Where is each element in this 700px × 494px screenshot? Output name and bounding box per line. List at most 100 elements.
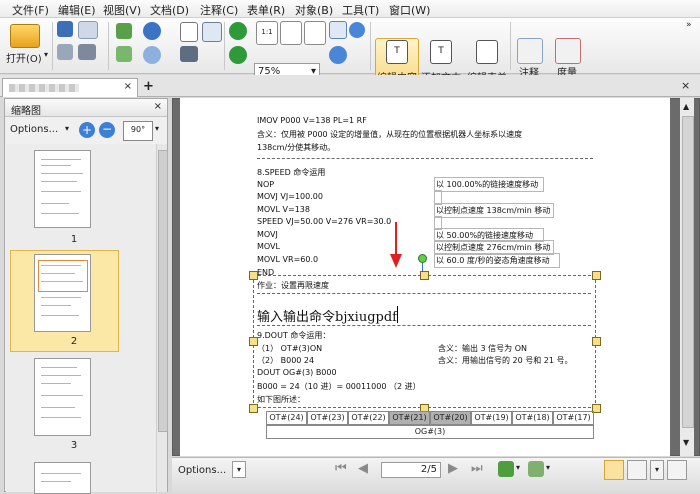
thumb-zoom-in-icon[interactable]: + — [79, 122, 95, 138]
thumbnail-page-4[interactable] — [34, 462, 91, 494]
next-page-icon[interactable]: ▶ — [448, 461, 458, 476]
dout-line: DOUT OG#(3) B000 — [257, 368, 337, 377]
thumbnail-options-button[interactable]: Options... — [10, 124, 58, 135]
fit-width-icon[interactable] — [304, 21, 326, 45]
resize-handle[interactable] — [420, 271, 429, 280]
new-tab-icon[interactable]: + — [143, 79, 154, 94]
open-dropdown-icon[interactable]: ▾ — [44, 50, 48, 59]
chevron-down-icon[interactable]: ▾ — [650, 460, 664, 480]
resize-handle[interactable] — [592, 337, 601, 346]
table-cell: OT#(19) — [471, 411, 512, 425]
edit-form-icon[interactable] — [476, 40, 498, 64]
menu-object[interactable]: 对象(B) — [295, 2, 333, 18]
resize-handle[interactable] — [249, 271, 258, 280]
snapshot-icon[interactable] — [180, 46, 198, 62]
close-tab-icon[interactable]: × — [124, 81, 132, 92]
scroll-up-icon[interactable]: ▲ — [683, 102, 689, 111]
actual-size-icon[interactable]: 1:1 — [256, 21, 278, 45]
chevron-down-icon[interactable]: ▾ — [65, 124, 69, 133]
document-tab[interactable]: × — [2, 78, 138, 97]
go-back-view-icon[interactable] — [498, 461, 514, 477]
open-button-label[interactable]: 打开(O) — [6, 50, 42, 65]
single-page-view-icon[interactable] — [604, 460, 624, 480]
note-text: 以控制点速度 138cm/min 移动 — [436, 206, 551, 215]
add-text-icon[interactable]: T — [430, 40, 452, 64]
redo-icon[interactable] — [143, 46, 161, 64]
chevron-down-icon[interactable]: ▾ — [516, 463, 520, 472]
thumbnail-toolbar: Options... ▾ + − 90° ▾ — [5, 118, 167, 144]
scrollbar-thumb[interactable] — [682, 116, 694, 428]
menu-annotate[interactable]: 注释(C) — [200, 2, 238, 18]
comment-icon[interactable] — [517, 38, 543, 64]
page-forward-icon[interactable] — [116, 46, 132, 62]
zoom-out-icon[interactable] — [349, 22, 365, 38]
edited-text[interactable]: 输入输出命令bjxiugpdf — [257, 306, 397, 325]
go-forward-view-icon[interactable] — [528, 461, 544, 477]
continuous-view-icon[interactable] — [627, 460, 647, 480]
doc-line: 138cm/分使其移动。 — [257, 143, 336, 152]
last-page-icon[interactable]: ⏭ — [471, 461, 483, 476]
separator-line — [257, 325, 591, 326]
email-icon[interactable] — [78, 21, 98, 39]
code-line: SPEED VJ=50.00 V=276 VR=30.0 — [257, 217, 392, 226]
menu-window[interactable]: 窗口(W) — [389, 2, 430, 18]
menu-tools[interactable]: 工具(T) — [342, 2, 379, 18]
thumbnail-page-3[interactable] — [34, 358, 91, 436]
open-folder-icon[interactable] — [10, 24, 40, 48]
rotate-cw-icon[interactable] — [229, 22, 247, 40]
measure-icon[interactable] — [555, 38, 581, 64]
red-arrow-annotation — [390, 222, 402, 268]
previous-page-icon[interactable]: ◀ — [358, 461, 368, 476]
undo-icon[interactable] — [143, 22, 161, 40]
close-panel-icon[interactable]: × — [154, 101, 162, 112]
rotate-ccw-icon[interactable] — [229, 46, 247, 64]
edit-content-icon: T — [386, 40, 408, 64]
menu-edit[interactable]: 编辑(E) — [58, 2, 96, 18]
note-text: 以 100.00%的链接速度移动 — [436, 180, 539, 189]
scrollbar-thumb[interactable] — [158, 150, 168, 432]
thumbnail-number: 3 — [70, 440, 78, 451]
resize-handle[interactable] — [592, 271, 601, 280]
page-back-icon[interactable] — [116, 23, 132, 39]
menu-view[interactable]: 视图(V) — [103, 2, 141, 18]
rotate-page-button[interactable]: 90° — [123, 121, 153, 141]
print-icon[interactable] — [78, 44, 96, 60]
code-line: NOP — [257, 180, 275, 189]
table-cell: OT#(18) — [512, 411, 553, 425]
page-number-field[interactable]: 2/5 — [381, 462, 441, 478]
thumbnail-number: 1 — [70, 234, 78, 245]
thumb-zoom-out-icon[interactable]: − — [99, 122, 115, 138]
scroll-down-icon[interactable]: ▼ — [683, 438, 689, 447]
table-cell: OT#(24) — [266, 411, 307, 425]
toolbar-overflow-icon[interactable]: » — [686, 20, 692, 30]
chevron-down-icon[interactable]: ▾ — [546, 463, 550, 472]
thumbnail-page-1[interactable] — [34, 150, 91, 228]
view-options-button[interactable]: Options... — [178, 465, 226, 476]
rotate-handle[interactable] — [418, 254, 427, 263]
first-page-icon[interactable]: ⏮ — [335, 461, 347, 476]
dout-line: B000 = 24（10 进）= 00011000 （2 进） — [257, 382, 421, 391]
menu-file[interactable]: 文件(F) — [12, 2, 49, 18]
menu-document[interactable]: 文档(D) — [150, 2, 189, 18]
thumbnail-page-2[interactable] — [34, 254, 91, 332]
save-icon[interactable] — [57, 21, 73, 37]
rotate-dropdown-icon[interactable]: ▾ — [155, 124, 159, 133]
facing-view-icon[interactable] — [667, 460, 687, 480]
zoom-in-icon[interactable] — [329, 46, 347, 64]
save-as-icon[interactable] — [57, 44, 73, 60]
document-scrollbar[interactable]: ▲ ▼ — [680, 98, 694, 456]
menu-form[interactable]: 表单(R) — [247, 2, 285, 18]
resize-handle[interactable] — [249, 404, 258, 413]
homework-line: 作业：设置再限速度 — [257, 281, 329, 290]
code-line: MOVL V=138 — [257, 205, 310, 214]
select-text-icon[interactable] — [202, 22, 222, 42]
hand-tool-icon[interactable] — [180, 22, 198, 42]
close-document-icon[interactable]: × — [681, 79, 690, 92]
fit-page-icon[interactable] — [280, 21, 302, 45]
thumbnail-scrollbar[interactable] — [156, 144, 168, 492]
table-cell: OT#(17) — [553, 411, 594, 425]
zoom-in-box-icon[interactable] — [329, 21, 347, 39]
chevron-down-icon[interactable]: ▾ — [232, 461, 246, 478]
code-line: MOVL VR=60.0 — [257, 255, 319, 264]
note-text: 以控制点速度 276cm/min 移动 — [436, 243, 551, 252]
